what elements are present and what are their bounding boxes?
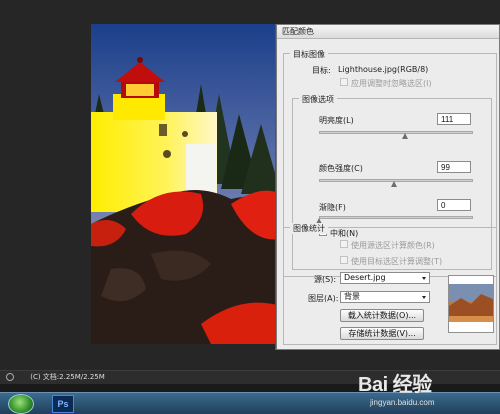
source-image-preview <box>448 275 494 333</box>
dialog-title[interactable]: 匹配颜色 <box>277 25 499 39</box>
watermark-brand: Bai 经验 <box>358 374 432 396</box>
chevron-down-icon <box>422 277 426 280</box>
luminance-label: 明亮度(L) <box>319 116 354 125</box>
use-target-selection-checkbox[interactable] <box>340 256 348 264</box>
image-statistics-group: 图像统计 使用源选区计算颜色(R) 使用目标选区计算调整(T) 源(S): De… <box>283 223 497 345</box>
luminance-input[interactable] <box>437 113 471 125</box>
ignore-selection-label: 应用调整时忽略选区(I) <box>351 79 432 88</box>
fade-input[interactable] <box>437 199 471 211</box>
baidu-jingyan-watermark: Bai 经验 jingyan.baidu.com <box>350 368 500 412</box>
ignore-selection-checkbox[interactable] <box>340 78 348 86</box>
image-options-group-title: 图像选项 <box>299 94 337 105</box>
zoom-icon[interactable] <box>6 373 14 381</box>
source-dropdown-value: Desert.jpg <box>344 273 386 282</box>
match-color-dialog: 匹配颜色 目标图像 目标: Lighthouse.jpg(RGB/8) 应用调整… <box>276 24 500 350</box>
document-info[interactable]: (C) 文档:2.25M/2.25M <box>30 373 105 381</box>
luminance-slider-thumb[interactable] <box>402 133 409 139</box>
load-statistics-button[interactable]: 载入统计数据(O)... <box>340 309 424 322</box>
layer-label: 图层(A): <box>308 294 339 303</box>
watermark-url: jingyan.baidu.com <box>370 398 435 407</box>
luminance-slider[interactable] <box>319 131 473 134</box>
color-intensity-slider-thumb[interactable] <box>391 181 398 187</box>
layer-dropdown[interactable]: 背景 <box>340 291 430 303</box>
target-label: 目标: <box>312 66 331 75</box>
use-source-selection-checkbox[interactable] <box>340 240 348 248</box>
source-dropdown[interactable]: Desert.jpg <box>340 272 430 284</box>
image-statistics-group-title: 图像统计 <box>290 223 328 234</box>
use-target-selection-label: 使用目标选区计算调整(T) <box>351 257 443 266</box>
fade-label: 渐隐(F) <box>319 203 346 212</box>
document-image-lighthouse[interactable] <box>91 24 281 344</box>
target-image-group-title: 目标图像 <box>290 49 328 60</box>
layer-dropdown-value: 背景 <box>344 292 360 301</box>
save-statistics-button[interactable]: 存储统计数据(V)... <box>340 327 424 340</box>
start-button-icon[interactable] <box>8 394 34 414</box>
target-value: Lighthouse.jpg(RGB/8) <box>338 65 429 74</box>
use-source-selection-label: 使用源选区计算颜色(R) <box>351 241 435 250</box>
color-intensity-input[interactable] <box>437 161 471 173</box>
color-intensity-label: 颜色强度(C) <box>319 164 363 173</box>
fade-slider[interactable] <box>319 216 473 219</box>
source-label: 源(S): <box>314 275 337 284</box>
photoshop-taskbar-icon[interactable]: Ps <box>52 395 74 413</box>
chevron-down-icon <box>422 296 426 299</box>
